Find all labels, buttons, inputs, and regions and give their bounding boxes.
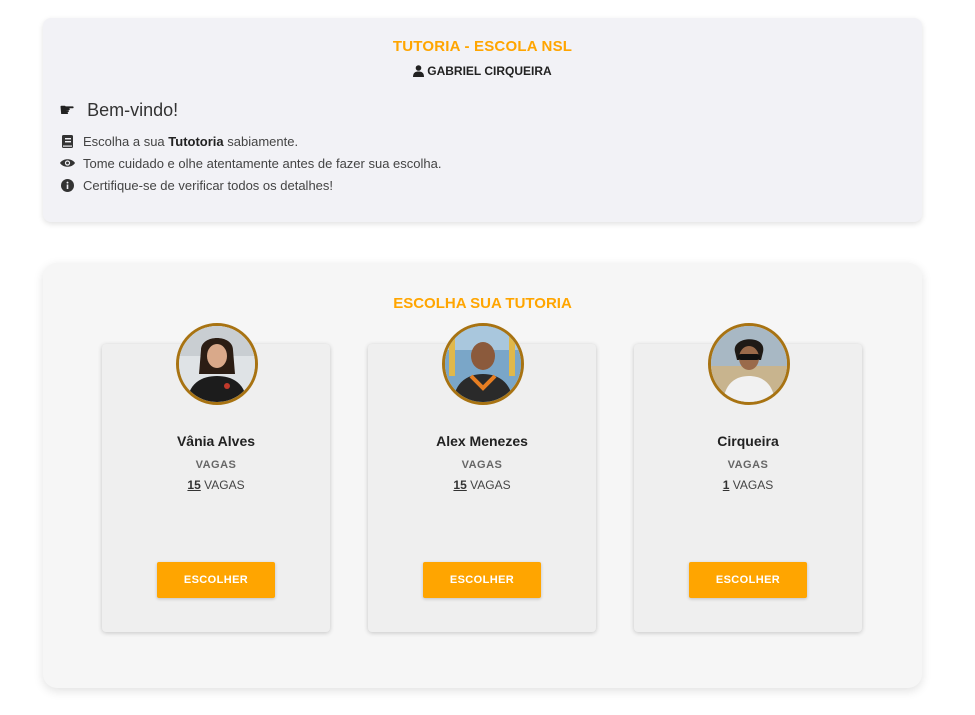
tutoring-selection-panel: ESCOLHA SUA TUTORIA Vânia Alves VAGAS 15…	[43, 263, 922, 688]
info-text-verify: Certifique-se de verificar todos os deta…	[83, 177, 334, 193]
tutor-avatar	[176, 323, 258, 405]
book-icon	[59, 133, 75, 149]
vagas-label: VAGAS	[195, 459, 237, 471]
tutor-card: Cirqueira VAGAS 1 VAGAS ESCOLHER	[634, 323, 862, 632]
hand-pointing-right-icon: ☛	[59, 100, 76, 120]
info-row-verify: Certifique-se de verificar todos os deta…	[59, 174, 441, 196]
page-title: TUTORIA - ESCOLA NSL	[392, 38, 573, 55]
info-text-careful: Tome cuidado e olhe atentamente antes de…	[83, 155, 442, 171]
info-row-careful: Tome cuidado e olhe atentamente antes de…	[59, 152, 441, 174]
section-title: ESCOLHA SUA TUTORIA	[393, 295, 572, 312]
vagas-count: 15 VAGAS	[453, 478, 511, 492]
tutor-avatar	[442, 323, 524, 405]
tutor-name: Vânia Alves	[176, 433, 256, 449]
user-icon	[413, 65, 425, 77]
tutor-name: Alex Menezes	[436, 433, 528, 449]
tutor-card: Alex Menezes VAGAS 15 VAGAS ESCOLHER	[368, 323, 596, 632]
user-name: GABRIEL CIRQUEIRA	[427, 64, 552, 78]
vagas-label: VAGAS	[727, 459, 769, 471]
vagas-label: VAGAS	[461, 459, 503, 471]
choose-button[interactable]: ESCOLHER	[689, 562, 807, 598]
tutor-avatar	[708, 323, 790, 405]
tutor-name: Cirqueira	[717, 433, 779, 449]
info-text-choose: Escolha a sua Tutotoria sabiamente.	[83, 133, 299, 149]
vagas-count: 1 VAGAS	[722, 478, 774, 492]
welcome-heading: ☛ Bem-vindo!	[59, 100, 178, 121]
info-row-choose: Escolha a sua Tutotoria sabiamente.	[59, 130, 441, 152]
choose-button[interactable]: ESCOLHER	[423, 562, 541, 598]
user-badge: GABRIEL CIRQUEIRA	[43, 64, 922, 78]
welcome-text: Bem-vindo!	[87, 100, 179, 120]
info-list: Escolha a sua Tutotoria sabiamente. Tome…	[59, 130, 441, 196]
welcome-panel: TUTORIA - ESCOLA NSL GABRIEL CIRQUEIRA ☛…	[43, 18, 922, 222]
choose-button[interactable]: ESCOLHER	[157, 562, 275, 598]
tutor-card: Vânia Alves VAGAS 15 VAGAS ESCOLHER	[102, 323, 330, 632]
vagas-count: 15 VAGAS	[187, 478, 245, 492]
info-circle-icon	[59, 177, 75, 193]
eye-icon	[59, 155, 75, 171]
